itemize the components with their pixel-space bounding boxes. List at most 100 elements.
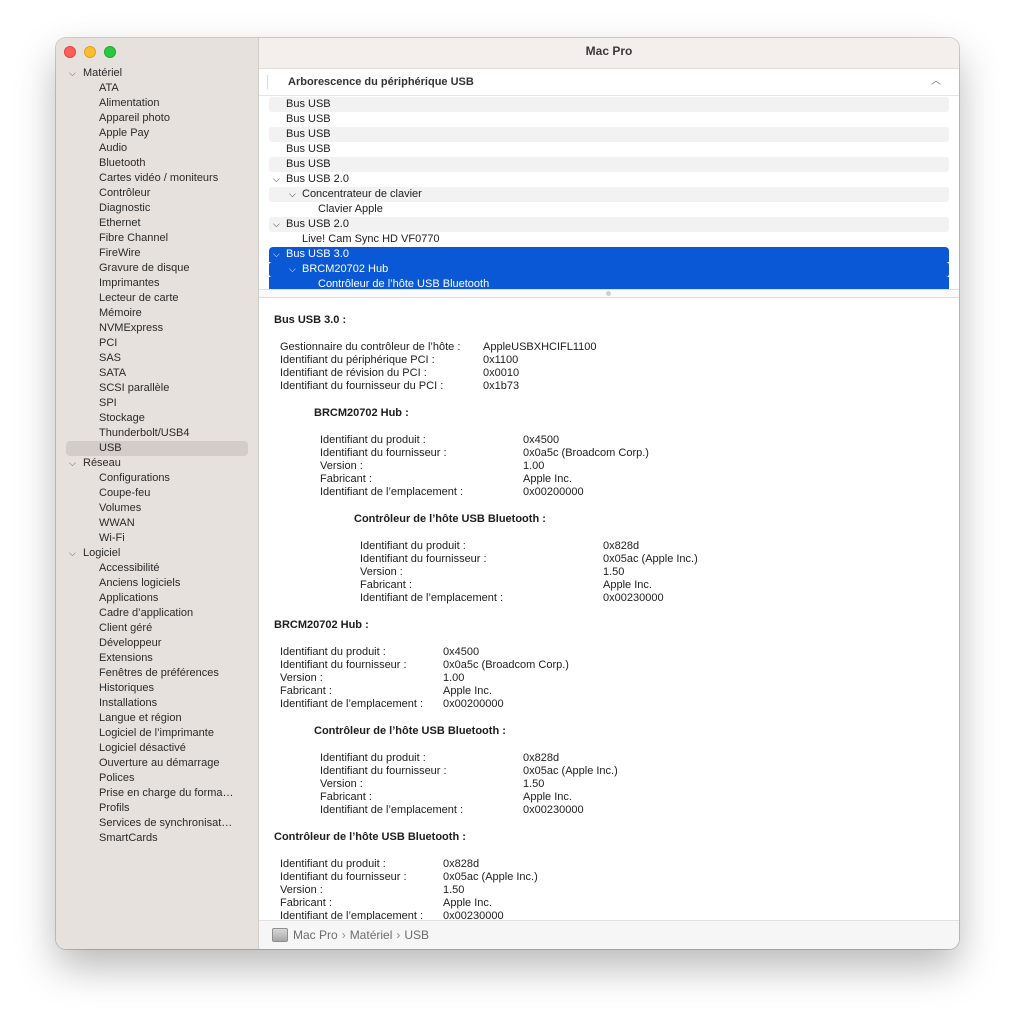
sidebar-item-applications[interactable]: Applications <box>56 591 258 606</box>
sidebar-item-label: Imprimantes <box>99 277 160 289</box>
sidebar-item-volumes[interactable]: Volumes <box>56 501 258 516</box>
breadcrumb: Mac Pro › Matériel › USB <box>293 921 429 949</box>
sidebar-item-controleur[interactable]: Contrôleur <box>56 186 258 201</box>
sidebar-item-appareil-photo[interactable]: Appareil photo <box>56 111 258 126</box>
zoom-button[interactable] <box>104 46 116 58</box>
usb-device-tree: Bus USB Bus USB Bus USB Bus USB Bus USB ⌵ Bus … <box>259 96 959 289</box>
sidebar-item-pci[interactable]: PCI <box>56 336 258 351</box>
usb-tree-row[interactable]: Contrôleur de l’hôte USB Bluetooth <box>269 277 949 289</box>
sidebar-item-ouverture-au-demarrage[interactable]: Ouverture au démarrage <box>56 756 258 771</box>
sidebar-item-apple-pay[interactable]: Apple Pay <box>56 126 258 141</box>
sidebar-item-memoire[interactable]: Mémoire <box>56 306 258 321</box>
chevron-down-icon[interactable]: ⌵ <box>69 546 76 561</box>
usb-tree-row[interactable]: Bus USB <box>269 97 949 112</box>
sidebar-item-coupe-feu[interactable]: Coupe-feu <box>56 486 258 501</box>
sidebar-item-audio[interactable]: Audio <box>56 141 258 156</box>
property-value: 0x828d <box>603 540 640 552</box>
sidebar-item-sata[interactable]: SATA <box>56 366 258 381</box>
usb-tree-row[interactable]: ⌵ Bus USB 2.0 <box>269 172 949 187</box>
sidebar-item-langue-et-region[interactable]: Langue et région <box>56 711 258 726</box>
property-value: 0x00200000 <box>523 486 584 498</box>
sidebar-item-thunderbolt-usb4[interactable]: Thunderbolt/USB4 <box>56 426 258 441</box>
sidebar-item-developpeur[interactable]: Développeur <box>56 636 258 651</box>
sidebar-item-spi[interactable]: SPI <box>56 396 258 411</box>
sidebar-item-accessibilite[interactable]: Accessibilité <box>56 561 258 576</box>
sidebar-item-configurations[interactable]: Configurations <box>56 471 258 486</box>
sidebar-group-logiciel[interactable]: ⌵ Logiciel <box>56 546 258 561</box>
sidebar-item-wi-fi[interactable]: Wi-Fi <box>56 531 258 546</box>
sidebar-item-ethernet[interactable]: Ethernet <box>56 216 258 231</box>
sidebar-item-client-gere[interactable]: Client géré <box>56 621 258 636</box>
minimize-button[interactable] <box>84 46 96 58</box>
sidebar-item-stockage[interactable]: Stockage <box>56 411 258 426</box>
sidebar-item-bluetooth[interactable]: Bluetooth <box>56 156 258 171</box>
sidebar-item-historiques[interactable]: Historiques <box>56 681 258 696</box>
disclosure-chevron-down-icon[interactable]: ⌵ <box>273 172 280 187</box>
disclosure-chevron-down-icon[interactable]: ⌵ <box>289 262 296 277</box>
sidebar-item-label: Gravure de disque <box>99 262 190 274</box>
usb-tree-row[interactable]: Live! Cam Sync HD VF0770 <box>269 232 949 247</box>
breadcrumb-item-usb[interactable]: USB <box>404 928 429 942</box>
property-value: 0x00200000 <box>443 698 504 710</box>
sidebar-item-profils[interactable]: Profils <box>56 801 258 816</box>
sidebar-item-prise-en-charge-du-forma[interactable]: Prise en charge du forma… <box>56 786 258 801</box>
sidebar-item-ata[interactable]: ATA <box>56 81 258 96</box>
sidebar-group-materiel[interactable]: ⌵ Matériel <box>56 66 258 81</box>
usb-tree-row[interactable]: Bus USB <box>269 112 949 127</box>
usb-tree-row[interactable]: Bus USB <box>269 127 949 142</box>
sidebar-item-logiciel-de-l-imprimante[interactable]: Logiciel de l’imprimante <box>56 726 258 741</box>
disclosure-chevron-down-icon[interactable]: ⌵ <box>289 187 296 202</box>
close-button[interactable] <box>64 46 76 58</box>
property-value: Apple Inc. <box>523 791 572 803</box>
property-label: Identifiant de l’emplacement : <box>360 592 504 604</box>
sidebar-item-fenetres-de-preferences[interactable]: Fenêtres de préférences <box>56 666 258 681</box>
sidebar-item-firewire[interactable]: FireWire <box>56 246 258 261</box>
disclosure-chevron-down-icon[interactable]: ⌵ <box>273 217 280 232</box>
property-value: 0x0a5c (Broadcom Corp.) <box>443 659 569 671</box>
sidebar-item-cartes-video-moniteurs[interactable]: Cartes vidéo / moniteurs <box>56 171 258 186</box>
usb-tree-row[interactable]: Bus USB <box>269 142 949 157</box>
usb-tree-row[interactable]: Clavier Apple <box>269 202 949 217</box>
sidebar-item-wwan[interactable]: WWAN <box>56 516 258 531</box>
sidebar-item-sas[interactable]: SAS <box>56 351 258 366</box>
sidebar-item-smartcards[interactable]: SmartCards <box>56 831 258 846</box>
sidebar-item-extensions[interactable]: Extensions <box>56 651 258 666</box>
sidebar-item-installations[interactable]: Installations <box>56 696 258 711</box>
breadcrumb-item-mac-pro[interactable]: Mac Pro <box>293 928 338 942</box>
split-handle-icon[interactable] <box>606 291 611 296</box>
sidebar-group-reseau[interactable]: ⌵ Réseau <box>56 456 258 471</box>
sidebar-item-label: Apple Pay <box>99 127 150 139</box>
sidebar-item-scsi-parallele[interactable]: SCSI parallèle <box>56 381 258 396</box>
sidebar-item-services-de-synchronisat[interactable]: Services de synchronisat… <box>56 816 258 831</box>
property-label: Identifiant du fournisseur : <box>360 553 487 565</box>
sidebar-item-label: SATA <box>99 367 127 379</box>
usb-tree-row[interactable]: ⌵ Bus USB 3.0 <box>269 247 949 262</box>
sidebar-item-logiciel-desactive[interactable]: Logiciel désactivé <box>56 741 258 756</box>
sidebar-item-gravure-de-disque[interactable]: Gravure de disque <box>56 261 258 276</box>
sidebar-item-label: PCI <box>99 337 118 349</box>
sidebar-item-imprimantes[interactable]: Imprimantes <box>56 276 258 291</box>
sidebar-item-usb[interactable]: USB <box>56 441 258 456</box>
sidebar-item-label: USB <box>99 442 122 454</box>
sidebar-item-alimentation[interactable]: Alimentation <box>56 96 258 111</box>
sidebar-item-nvmexpress[interactable]: NVMExpress <box>56 321 258 336</box>
sidebar-item-diagnostic[interactable]: Diagnostic <box>56 201 258 216</box>
usb-tree-row[interactable]: Bus USB <box>269 157 949 172</box>
sidebar-item-lecteur-de-carte[interactable]: Lecteur de carte <box>56 291 258 306</box>
disclosure-chevron-down-icon[interactable]: ⌵ <box>273 247 280 262</box>
sidebar-item-fibre-channel[interactable]: Fibre Channel <box>56 231 258 246</box>
sidebar-item-polices[interactable]: Polices <box>56 771 258 786</box>
usb-tree-row[interactable]: ⌵ BRCM20702 Hub <box>269 262 949 277</box>
usb-tree-row[interactable]: ⌵ Concentrateur de clavier <box>269 187 949 202</box>
chevron-down-icon[interactable]: ⌵ <box>69 456 76 471</box>
sidebar-item-cadre-d-application[interactable]: Cadre d’application <box>56 606 258 621</box>
breadcrumb-item-materiel[interactable]: Matériel <box>350 928 393 942</box>
chevron-up-icon[interactable]: ︿ <box>931 69 941 95</box>
property-value: 0x1100 <box>483 354 519 366</box>
sidebar-item-anciens-logiciels[interactable]: Anciens logiciels <box>56 576 258 591</box>
split-view-divider[interactable] <box>259 289 959 298</box>
property-value: 1.50 <box>523 778 545 790</box>
property-value: 0x4500 <box>443 646 480 658</box>
chevron-down-icon[interactable]: ⌵ <box>69 66 76 81</box>
usb-tree-row[interactable]: ⌵ Bus USB 2.0 <box>269 217 949 232</box>
